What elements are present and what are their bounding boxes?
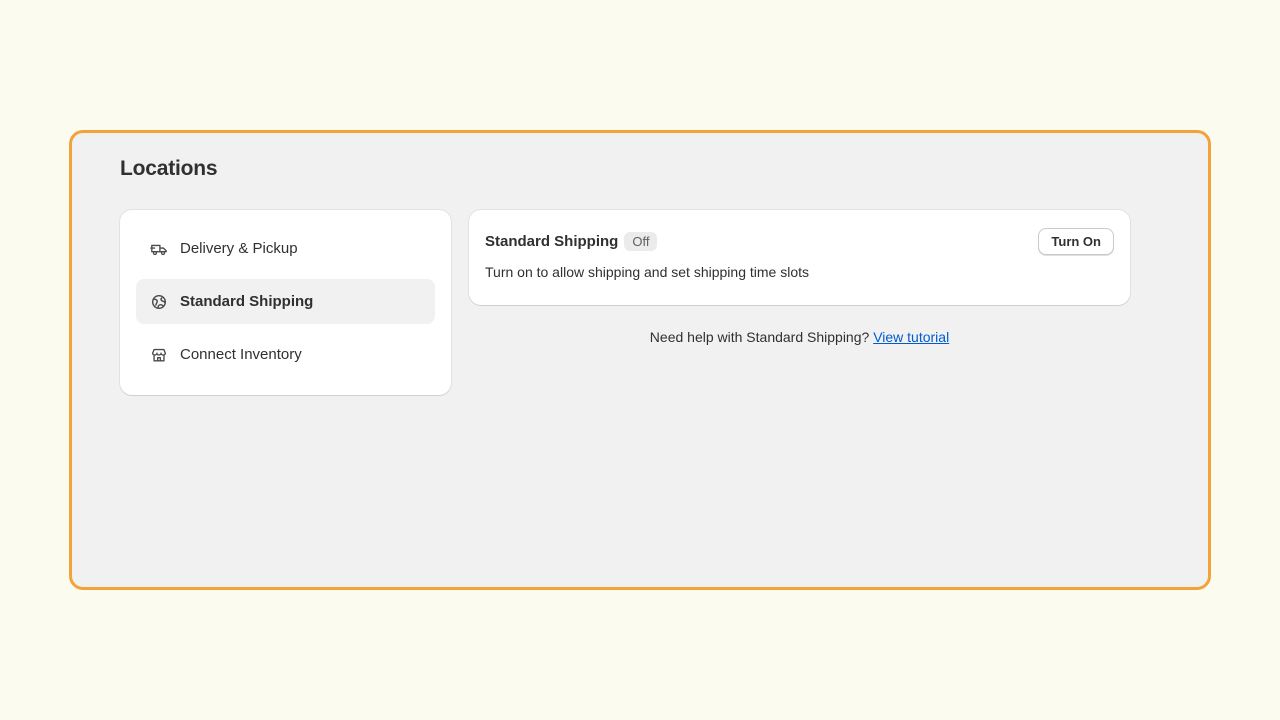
card-header: Standard Shipping Off Turn On xyxy=(485,226,1114,256)
help-text: Need help with Standard Shipping? View t… xyxy=(469,329,1130,345)
nav-item-label: Standard Shipping xyxy=(180,293,314,310)
card-description: Turn on to allow shipping and set shippi… xyxy=(485,264,809,280)
help-prompt: Need help with Standard Shipping? xyxy=(649,329,870,345)
standard-shipping-card: Standard Shipping Off Turn On Turn on to… xyxy=(469,210,1130,305)
delivery-truck-icon xyxy=(150,240,168,258)
locations-nav: Delivery & Pickup Standard Shipping Conn… xyxy=(120,210,451,395)
nav-item-label: Delivery & Pickup xyxy=(180,240,298,257)
status-badge: Off xyxy=(624,231,658,251)
card-title: Standard Shipping xyxy=(485,232,619,250)
store-icon xyxy=(150,346,168,364)
nav-item-delivery-pickup[interactable]: Delivery & Pickup xyxy=(136,226,435,271)
nav-item-connect-inventory[interactable]: Connect Inventory xyxy=(136,332,435,377)
view-tutorial-link[interactable]: View tutorial xyxy=(873,329,949,345)
nav-item-standard-shipping[interactable]: Standard Shipping xyxy=(136,279,435,324)
card-title-group: Standard Shipping Off xyxy=(485,231,658,251)
globe-shipping-icon xyxy=(150,293,168,311)
locations-panel: Locations Delivery & Pickup Standard Shi… xyxy=(69,130,1211,590)
page-title: Locations xyxy=(120,157,218,180)
turn-on-button[interactable]: Turn On xyxy=(1038,227,1114,255)
nav-item-label: Connect Inventory xyxy=(180,346,302,363)
